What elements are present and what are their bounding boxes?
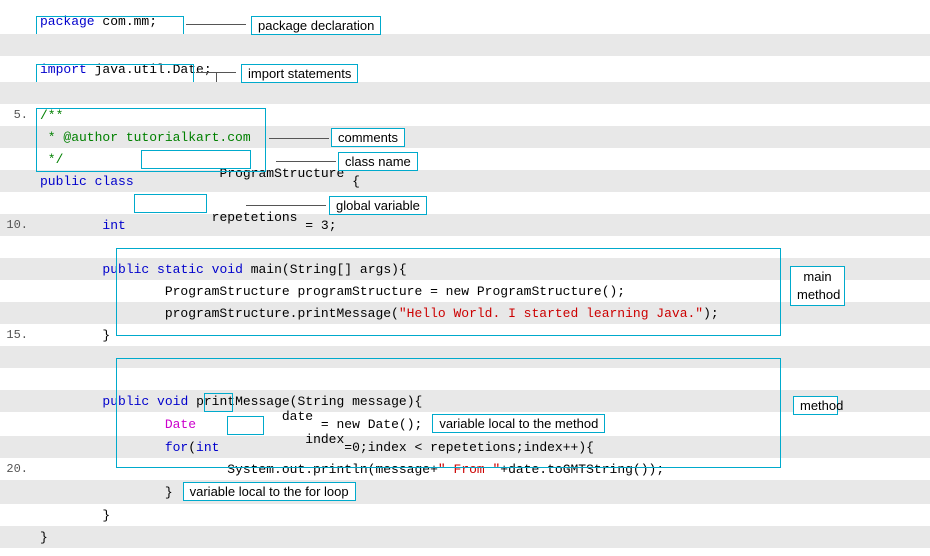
main-close-brace: } xyxy=(40,328,110,343)
comment-author: * @author tutorialkart.com xyxy=(40,130,251,145)
space-index xyxy=(219,440,227,455)
package-annotation: package declaration xyxy=(251,16,381,35)
pm-close: ); xyxy=(703,306,719,321)
kw-static: static xyxy=(157,262,204,277)
sysout: System.out.println(message+ xyxy=(40,462,438,477)
for-open: ( xyxy=(188,440,196,455)
line-1: package com.mm; package declaration xyxy=(0,8,930,34)
line-content-for-close: } variable local to the for loop xyxy=(36,483,930,502)
comment-start: /** xyxy=(40,108,63,123)
date-var-hl xyxy=(204,393,233,412)
kw-import: import xyxy=(40,62,87,77)
line-content-15: } xyxy=(36,328,930,343)
line-num-10: 10. xyxy=(0,218,36,232)
line-10: 10. int repetetions = 3; global variable xyxy=(0,214,930,236)
class-kw xyxy=(87,174,95,189)
line-num-20: 20. xyxy=(0,462,36,476)
main-rest: main(String[] args){ xyxy=(243,262,407,277)
comment-arrow xyxy=(269,138,329,139)
classname-arrow xyxy=(276,161,336,162)
line-method-close: } xyxy=(0,504,930,526)
line-class: public class ProgramStructure { class na… xyxy=(0,170,930,192)
classname: ProgramStructure xyxy=(219,166,344,181)
rep-val: = 3; xyxy=(297,218,336,233)
main-container: package com.mm; package declaration impo… xyxy=(0,0,930,556)
line-empty-4 xyxy=(0,236,930,258)
kw-public: public xyxy=(40,174,87,189)
str-from: " From " xyxy=(438,462,500,477)
import-annotation: import statements xyxy=(241,64,358,83)
kw-public2: public xyxy=(102,262,149,277)
repetetions: repetetions xyxy=(212,210,298,225)
line-content-20: System.out.println(message+ " From " +da… xyxy=(36,462,930,477)
space1 xyxy=(134,174,142,189)
plus-date: +date.toGMTString()); xyxy=(500,462,664,477)
kw-int: int xyxy=(102,218,125,233)
kw-package: package xyxy=(40,14,95,29)
kw-int2: int xyxy=(196,440,219,455)
method-annotation: method xyxy=(793,396,838,415)
kw-for: for xyxy=(165,440,188,455)
line-20: 20. System.out.println(message+ " From "… xyxy=(0,458,930,480)
ps-code: ProgramStructure programStructure = new … xyxy=(40,284,625,299)
classname-annotation: class name xyxy=(338,152,418,171)
index-var: index xyxy=(305,432,344,447)
import-name: java.util.Date; xyxy=(87,62,212,77)
index-hl xyxy=(227,416,264,435)
global-annotation: global variable xyxy=(329,196,427,215)
line-num-15: 15. xyxy=(0,328,36,342)
line-5: 5. /** comments xyxy=(0,104,930,126)
indent-10 xyxy=(40,218,102,233)
space-int xyxy=(126,218,134,233)
line-content-import: import java.util.Date; import statements xyxy=(36,62,930,77)
for-rest: =0;index < repetetions;index++){ xyxy=(344,440,594,455)
kw-void: void xyxy=(212,262,243,277)
pkg-arrow xyxy=(186,24,246,25)
space-static xyxy=(149,262,157,277)
line-class-close: } xyxy=(0,526,930,548)
repetetions-hl xyxy=(134,194,207,213)
line-content-author: * @author tutorialkart.com xyxy=(36,130,930,145)
line-15: 15. } xyxy=(0,324,930,346)
for-close-brace: } xyxy=(40,485,173,500)
local-method-annotation: variable local to the method xyxy=(432,414,605,433)
local-for-annotation: variable local to the for loop xyxy=(183,482,356,501)
class-open: { xyxy=(344,174,360,189)
kw-class: class xyxy=(95,174,134,189)
indent-for xyxy=(40,440,165,455)
comment-annotation: comments xyxy=(331,128,405,147)
global-arrow xyxy=(246,205,326,206)
method-close-brace: } xyxy=(40,508,110,523)
main-method-annotation: mainmethod xyxy=(790,266,845,306)
line-import: import java.util.Date; import statements xyxy=(0,56,930,82)
line-num-5: 5. xyxy=(0,108,36,122)
line-content-mc: } xyxy=(36,508,930,523)
line-content-1: package com.mm; package declaration xyxy=(36,14,930,29)
pm-code: programStructure.printMessage( xyxy=(40,306,399,321)
space-void xyxy=(204,262,212,277)
pkg-name: com.mm; xyxy=(95,14,157,29)
line-empty-1 xyxy=(0,34,930,56)
line-empty-2 xyxy=(0,82,930,104)
line-content-5: /** comments xyxy=(36,108,930,123)
import-dash xyxy=(196,72,216,73)
line-content-cc: } xyxy=(36,530,930,545)
line-for: for ( int index =0;index < repetetions;i… xyxy=(0,436,930,458)
line-empty-6 xyxy=(0,368,930,390)
class-close-brace: } xyxy=(40,530,48,545)
line-content-pm: programStructure.printMessage( "Hello Wo… xyxy=(36,306,930,321)
line-for-close: } variable local to the for loop xyxy=(0,480,930,504)
line-author: * @author tutorialkart.com xyxy=(0,126,930,148)
line-empty-5 xyxy=(0,346,930,368)
indent-main xyxy=(40,262,102,277)
pm-str: "Hello World. I started learning Java." xyxy=(399,306,703,321)
